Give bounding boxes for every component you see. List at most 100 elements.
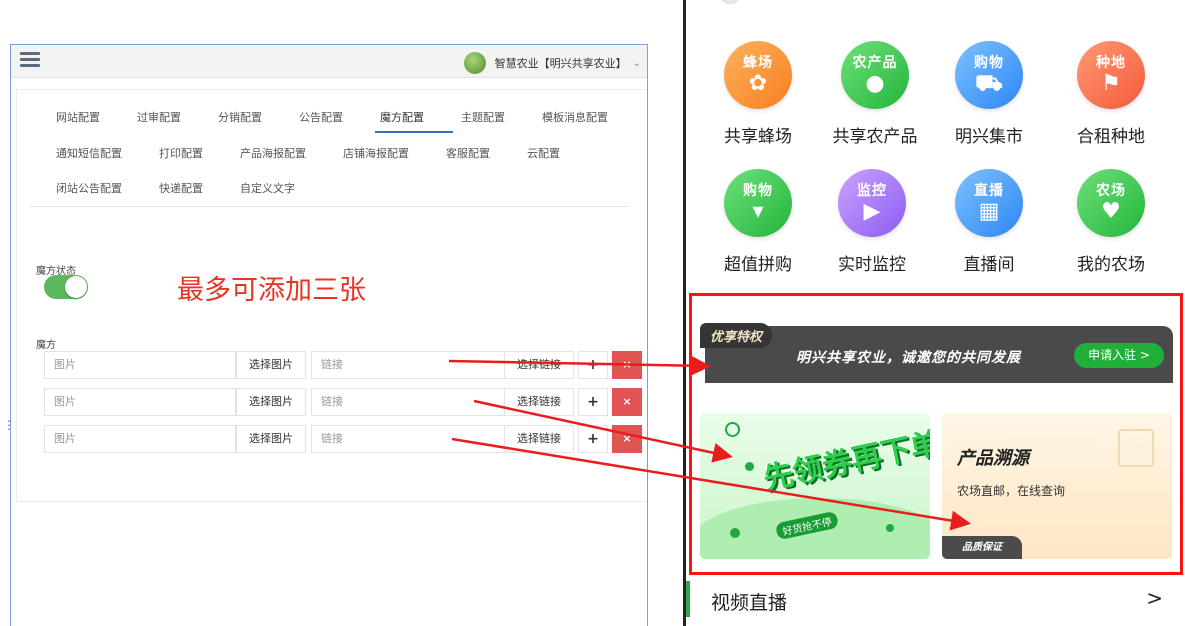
tab-distribution[interactable]: 分销配置 bbox=[218, 109, 262, 125]
choose-link-button[interactable]: 选择链接 bbox=[504, 351, 574, 379]
chevron-down-icon: ⌄ bbox=[632, 57, 641, 69]
choose-image-button[interactable]: 选择图片 bbox=[236, 425, 306, 453]
dot-decoration bbox=[886, 524, 894, 532]
drag-handle-icon[interactable]: ⋮ bbox=[3, 418, 15, 448]
hamburger-menu-icon[interactable] bbox=[20, 52, 40, 68]
coupon-card[interactable]: 先领券再下单 好货抢不停 bbox=[700, 413, 930, 559]
grid-item-my-farm[interactable]: 农场 ♥ 我的农场 bbox=[1053, 169, 1169, 275]
admin-panel: 智慧农业【明兴共享农业】 ⌄ 网站配置 过审配置 分销配置 公告配置 魔方配置 … bbox=[10, 44, 648, 626]
image-field[interactable]: 图片 bbox=[44, 351, 236, 379]
traceability-card[interactable]: 产品溯源 农场直邮，在线查询 品质保证 bbox=[942, 413, 1172, 559]
delete-row-icon[interactable]: × bbox=[612, 388, 642, 416]
cube-label: 魔方 bbox=[36, 340, 56, 351]
grid-badge: 农产品 bbox=[852, 55, 898, 71]
tab-cloud[interactable]: 云配置 bbox=[527, 145, 560, 161]
grid-label: 共享农产品 bbox=[832, 127, 918, 147]
camera-icon: 监控 ▶ bbox=[838, 169, 906, 237]
active-tab-underline bbox=[375, 131, 453, 133]
tab-service[interactable]: 客服配置 bbox=[446, 145, 490, 161]
grid-item-group-buy[interactable]: 购物 ▾ 超值拼购 bbox=[700, 169, 816, 275]
traceability-subtitle: 农场直邮，在线查询 bbox=[957, 484, 1066, 498]
quality-badge: 品质保证 bbox=[942, 536, 1022, 559]
section-accent-bar bbox=[686, 581, 690, 617]
video-live-title: 视频直播 bbox=[711, 592, 788, 614]
dot-decoration bbox=[725, 422, 740, 437]
tab-print[interactable]: 打印配置 bbox=[159, 145, 203, 161]
vip-banner[interactable]: 优享特权 明兴共享农业，诚邀您的共同发展 申请入驻 > bbox=[700, 323, 1173, 383]
grid-badge: 直播 bbox=[974, 183, 1004, 199]
image-field[interactable]: 图片 bbox=[44, 388, 236, 416]
tab-express[interactable]: 快递配置 bbox=[159, 180, 203, 196]
phone-preview: 蜂场 ✿ 共享蜂场 农产品 ● 共享农产品 购物 ⛟ 明兴集市 种地 ⚑ 合租种地 购物… bbox=[686, 0, 1185, 626]
choose-link-button[interactable]: 选择链接 bbox=[504, 425, 574, 453]
config-content: 网站配置 过审配置 分销配置 公告配置 魔方配置 主题配置 模板消息配置 通知短… bbox=[16, 89, 647, 502]
grid-label: 超值拼购 bbox=[724, 255, 792, 275]
tab-shop-poster[interactable]: 店铺海报配置 bbox=[343, 145, 409, 161]
chevron-right-icon[interactable]: > bbox=[1146, 586, 1163, 610]
add-row-icon[interactable]: + bbox=[578, 388, 608, 416]
delete-row-icon[interactable]: × bbox=[612, 351, 642, 379]
grid-badge: 监控 bbox=[857, 183, 887, 199]
grid-item-live-room[interactable]: 直播 ▦ 直播间 bbox=[931, 169, 1047, 275]
image-field[interactable]: 图片 bbox=[44, 425, 236, 453]
grid-badge: 种地 bbox=[1096, 55, 1126, 71]
grid-badge: 购物 bbox=[743, 183, 773, 199]
grid-item-shared-field[interactable]: 种地 ⚑ 合租种地 bbox=[1053, 41, 1169, 147]
apple-icon: 农产品 ● bbox=[841, 41, 909, 109]
config-tabs: 网站配置 过审配置 分销配置 公告配置 魔方配置 主题配置 模板消息配置 通知短… bbox=[29, 90, 629, 207]
cube-status-toggle[interactable] bbox=[44, 275, 88, 299]
heart-icon: 农场 ♥ bbox=[1077, 169, 1145, 237]
cube-row: 图片 选择图片 链接 选择链接 + × bbox=[44, 351, 642, 379]
tab-product-poster[interactable]: 产品海报配置 bbox=[240, 145, 306, 161]
qr-code-icon bbox=[1118, 429, 1154, 467]
delete-row-icon[interactable]: × bbox=[612, 425, 642, 453]
tab-cube[interactable]: 魔方配置 bbox=[380, 109, 424, 125]
choose-image-button[interactable]: 选择图片 bbox=[236, 351, 306, 379]
tab-closure-notice[interactable]: 闭站公告配置 bbox=[56, 180, 122, 196]
link-field[interactable]: 链接 bbox=[311, 425, 505, 453]
tab-site[interactable]: 网站配置 bbox=[56, 109, 100, 125]
tab-custom-text[interactable]: 自定义文字 bbox=[240, 180, 295, 196]
add-row-icon[interactable]: + bbox=[578, 425, 608, 453]
bee-icon: 蜂场 ✿ bbox=[724, 41, 792, 109]
grid-badge: 农场 bbox=[1096, 183, 1126, 199]
cart-icon: 购物 ⛟ bbox=[955, 41, 1023, 109]
tab-template-msg[interactable]: 模板消息配置 bbox=[542, 109, 608, 125]
cube-row: 图片 选择图片 链接 选择链接 + × bbox=[44, 425, 642, 453]
link-field[interactable]: 链接 bbox=[311, 388, 505, 416]
grid-label: 我的农场 bbox=[1077, 255, 1145, 275]
tab-notice[interactable]: 公告配置 bbox=[299, 109, 343, 125]
dot-decoration bbox=[745, 462, 754, 471]
add-row-icon[interactable]: + bbox=[578, 351, 608, 379]
vip-tag: 优享特权 bbox=[700, 323, 773, 348]
grid-item-monitor[interactable]: 监控 ▶ 实时监控 bbox=[814, 169, 930, 275]
basket-icon: 购物 ▾ bbox=[724, 169, 792, 237]
flag-icon: 种地 ⚑ bbox=[1077, 41, 1145, 109]
link-field[interactable]: 链接 bbox=[311, 351, 505, 379]
traceability-title: 产品溯源 bbox=[957, 448, 1029, 469]
tab-theme[interactable]: 主题配置 bbox=[461, 109, 505, 125]
grid-item-bee-farm[interactable]: 蜂场 ✿ 共享蜂场 bbox=[700, 41, 816, 147]
grid-badge: 购物 bbox=[974, 55, 1004, 71]
grid-item-farm-products[interactable]: 农产品 ● 共享农产品 bbox=[817, 41, 933, 147]
tab-sms[interactable]: 通知短信配置 bbox=[56, 145, 122, 161]
grid-item-market[interactable]: 购物 ⛟ 明兴集市 bbox=[931, 41, 1047, 147]
toggle-knob bbox=[65, 276, 87, 298]
radio-icon: 直播 ▦ bbox=[955, 169, 1023, 237]
grid-label: 合租种地 bbox=[1077, 127, 1145, 147]
grid-label: 直播间 bbox=[963, 255, 1015, 275]
admin-header: 智慧农业【明兴共享农业】 ⌄ bbox=[11, 45, 647, 78]
grid-label: 实时监控 bbox=[838, 255, 906, 275]
choose-link-button[interactable]: 选择链接 bbox=[504, 388, 574, 416]
tab-review[interactable]: 过审配置 bbox=[137, 109, 181, 125]
choose-image-button[interactable]: 选择图片 bbox=[236, 388, 306, 416]
banner-text: 明兴共享农业，诚邀您的共同发展 bbox=[796, 350, 1021, 366]
top-decoration bbox=[719, 0, 741, 4]
grid-label: 明兴集市 bbox=[955, 127, 1023, 147]
apply-join-button[interactable]: 申请入驻 > bbox=[1074, 343, 1164, 368]
dot-decoration bbox=[730, 528, 740, 538]
user-menu[interactable]: 智慧农业【明兴共享农业】 ⌄ bbox=[463, 52, 641, 74]
grid-badge: 蜂场 bbox=[743, 55, 773, 71]
user-label: 智慧农业【明兴共享农业】 bbox=[494, 57, 627, 70]
avatar bbox=[463, 52, 486, 74]
